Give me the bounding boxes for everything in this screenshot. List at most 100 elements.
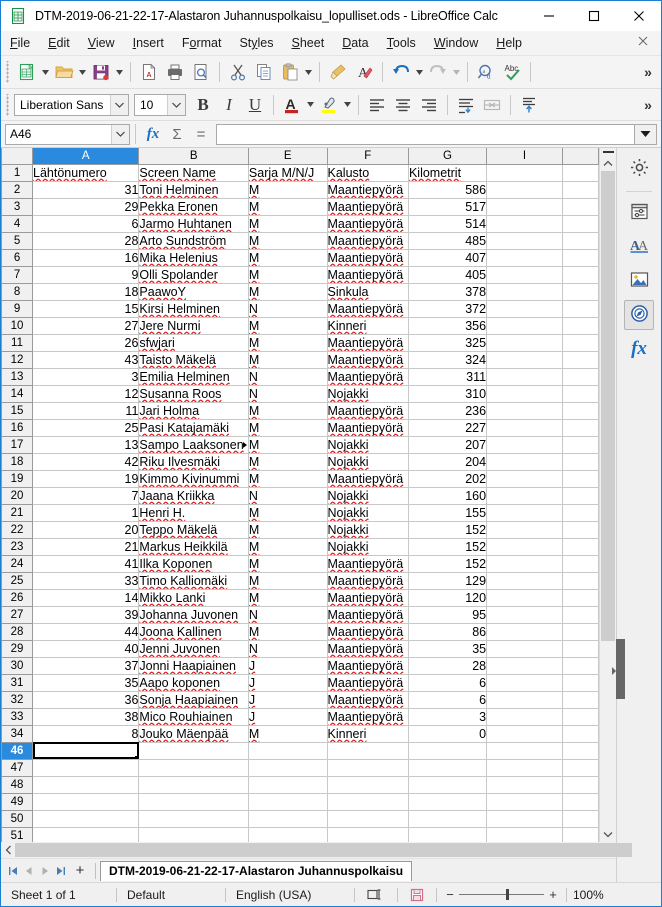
cell-I12[interactable] bbox=[487, 351, 563, 368]
row-header-21[interactable]: 21 bbox=[2, 504, 33, 521]
export-pdf-icon[interactable]: A bbox=[136, 59, 162, 85]
cell-pad27[interactable] bbox=[562, 606, 598, 623]
cell-F24[interactable]: Maantiepyörä bbox=[327, 555, 408, 572]
cell-B9[interactable]: Kirsi Helminen bbox=[139, 300, 249, 317]
cell-G49[interactable] bbox=[408, 793, 486, 810]
row-header-8[interactable]: 8 bbox=[2, 283, 33, 300]
cell-I31[interactable] bbox=[487, 674, 563, 691]
cell-F17[interactable]: Nojakki bbox=[327, 436, 408, 453]
row-header-9[interactable]: 9 bbox=[2, 300, 33, 317]
row-header-28[interactable]: 28 bbox=[2, 623, 33, 640]
cell-F28[interactable]: Maantiepyörä bbox=[327, 623, 408, 640]
cell-F14[interactable]: Nojakki bbox=[327, 385, 408, 402]
cell-I22[interactable] bbox=[487, 521, 563, 538]
print-preview-icon[interactable] bbox=[188, 59, 214, 85]
table-row[interactable]: 915Kirsi HelminenNMaantiepyörä372 bbox=[2, 300, 599, 317]
cell-F34[interactable]: Kinneri bbox=[327, 725, 408, 742]
cell-pad34[interactable] bbox=[562, 725, 598, 742]
cell-I10[interactable] bbox=[487, 317, 563, 334]
sidebar-styles-button[interactable]: A A bbox=[624, 232, 654, 262]
cell-E25[interactable]: M bbox=[248, 572, 327, 589]
cell-F18[interactable]: Nojakki bbox=[327, 453, 408, 470]
cell-A24[interactable]: 41 bbox=[33, 555, 139, 572]
cell-F9[interactable]: Maantiepyörä bbox=[327, 300, 408, 317]
cell-pad2[interactable] bbox=[562, 181, 598, 198]
cell-A26[interactable]: 14 bbox=[33, 589, 139, 606]
cell-pad33[interactable] bbox=[562, 708, 598, 725]
row-header-7[interactable]: 7 bbox=[2, 266, 33, 283]
cell-I32[interactable] bbox=[487, 691, 563, 708]
cell-pad29[interactable] bbox=[562, 640, 598, 657]
cell-A18[interactable]: 42 bbox=[33, 453, 139, 470]
scroll-down-icon[interactable] bbox=[600, 827, 616, 842]
last-sheet-icon[interactable] bbox=[53, 862, 69, 880]
find-replace-icon[interactable]: a d bbox=[473, 59, 499, 85]
cell-B25[interactable]: Timo Kalliomäki bbox=[139, 572, 249, 589]
cell-G18[interactable]: 204 bbox=[408, 453, 486, 470]
table-row[interactable]: 49 bbox=[2, 793, 599, 810]
cell-G5[interactable]: 485 bbox=[408, 232, 486, 249]
cell-I18[interactable] bbox=[487, 453, 563, 470]
cell-A48[interactable] bbox=[33, 776, 139, 793]
cell-E13[interactable]: N bbox=[248, 368, 327, 385]
undo-dropdown-icon[interactable] bbox=[414, 59, 425, 85]
cell-G20[interactable]: 160 bbox=[408, 487, 486, 504]
spelling-icon[interactable]: Abc bbox=[499, 59, 525, 85]
cell-G16[interactable]: 227 bbox=[408, 419, 486, 436]
cell-F50[interactable] bbox=[327, 810, 408, 827]
sum-icon[interactable]: Σ bbox=[165, 122, 189, 146]
cell-I30[interactable] bbox=[487, 657, 563, 674]
cell-I2[interactable] bbox=[487, 181, 563, 198]
close-document-icon[interactable] bbox=[637, 35, 653, 51]
cell-E24[interactable]: M bbox=[248, 555, 327, 572]
cell-B28[interactable]: Joona Kallinen bbox=[139, 623, 249, 640]
cell-A15[interactable]: 11 bbox=[33, 402, 139, 419]
horizontal-scroll-track[interactable] bbox=[15, 843, 582, 857]
toolbar-grip[interactable] bbox=[5, 61, 11, 83]
clear-formatting-icon[interactable]: A bbox=[351, 59, 377, 85]
cell-pad9[interactable] bbox=[562, 300, 598, 317]
cell-A47[interactable] bbox=[33, 759, 139, 776]
cell-I19[interactable] bbox=[487, 470, 563, 487]
row-header-15[interactable]: 15 bbox=[2, 402, 33, 419]
cell-G50[interactable] bbox=[408, 810, 486, 827]
cell-pad32[interactable] bbox=[562, 691, 598, 708]
cell-I13[interactable] bbox=[487, 368, 563, 385]
cell-B12[interactable]: Taisto Mäkelä bbox=[139, 351, 249, 368]
table-row[interactable]: 2739Johanna JuvonenNMaantiepyörä95 bbox=[2, 606, 599, 623]
cell-G30[interactable]: 28 bbox=[408, 657, 486, 674]
cell-B50[interactable] bbox=[139, 810, 249, 827]
cell-F33[interactable]: Maantiepyörä bbox=[327, 708, 408, 725]
cell-B15[interactable]: Jari Holma bbox=[139, 402, 249, 419]
cell-B2[interactable]: Toni Helminen bbox=[139, 181, 249, 198]
cell-I50[interactable] bbox=[487, 810, 563, 827]
menu-insert[interactable]: Insert bbox=[124, 33, 173, 53]
sidebar-settings-button[interactable] bbox=[624, 154, 654, 184]
cell-G34[interactable]: 0 bbox=[408, 725, 486, 742]
expand-formula-bar-icon[interactable] bbox=[635, 124, 657, 145]
cell-pad47[interactable] bbox=[562, 759, 598, 776]
cell-I29[interactable] bbox=[487, 640, 563, 657]
toolbar-grip[interactable] bbox=[5, 94, 11, 116]
row-header-12[interactable]: 12 bbox=[2, 351, 33, 368]
scroll-left-icon[interactable] bbox=[1, 842, 15, 858]
cell-B22[interactable]: Teppo Mäkelä bbox=[139, 521, 249, 538]
cell-G51[interactable] bbox=[408, 827, 486, 842]
cell-pad6[interactable] bbox=[562, 249, 598, 266]
cell-B49[interactable] bbox=[139, 793, 249, 810]
cell-E49[interactable] bbox=[248, 793, 327, 810]
column-header-E[interactable]: E bbox=[248, 148, 327, 164]
cell-F16[interactable]: Maantiepyörä bbox=[327, 419, 408, 436]
underline-button[interactable]: U bbox=[242, 92, 268, 118]
sheet-tab-active[interactable]: DTM-2019-06-21-22-17-Alastaron Juhannusp… bbox=[100, 861, 412, 881]
menu-data[interactable]: Data bbox=[333, 33, 377, 53]
cell-pad28[interactable] bbox=[562, 623, 598, 640]
cell-F22[interactable]: Nojakki bbox=[327, 521, 408, 538]
next-sheet-icon[interactable] bbox=[37, 862, 53, 880]
cell-E4[interactable]: M bbox=[248, 215, 327, 232]
cell-pad23[interactable] bbox=[562, 538, 598, 555]
cell-G26[interactable]: 120 bbox=[408, 589, 486, 606]
sidebar-navigator-button[interactable] bbox=[624, 300, 654, 330]
table-row[interactable]: 528Arto SundströmMMaantiepyörä485 bbox=[2, 232, 599, 249]
row-header-23[interactable]: 23 bbox=[2, 538, 33, 555]
